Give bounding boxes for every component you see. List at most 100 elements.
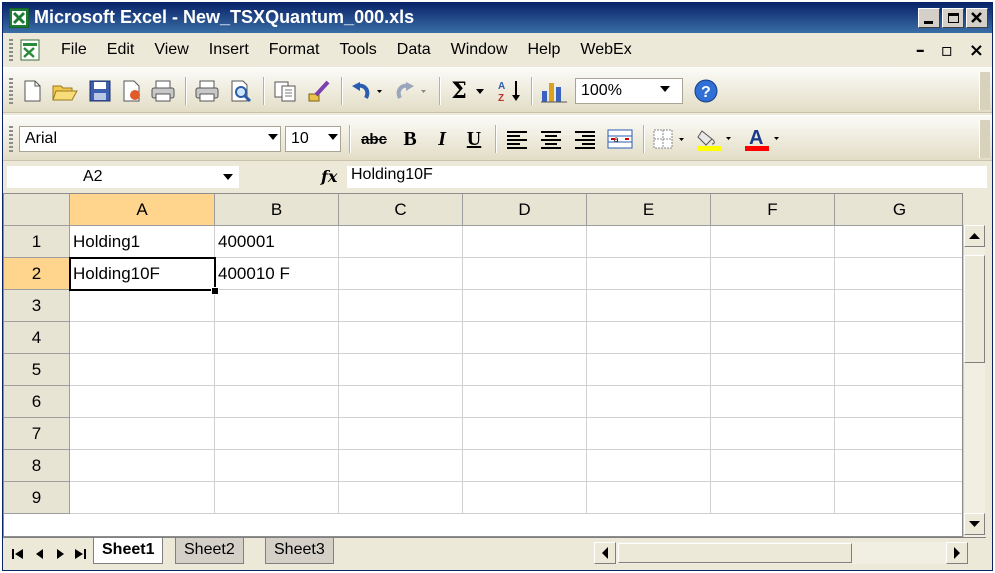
grid-cell[interactable] [215,450,339,482]
grid-cell[interactable] [339,482,463,514]
grid-cell[interactable] [215,290,339,322]
open-button[interactable] [51,78,79,104]
center-button[interactable] [537,126,565,152]
grid-cell[interactable] [835,290,962,322]
grid-cell[interactable] [339,226,463,258]
grid-cell[interactable] [711,482,835,514]
grid-cell[interactable] [215,354,339,386]
grid-cell[interactable] [463,322,587,354]
toolbar-options[interactable] [979,72,990,110]
toolbar-grip[interactable] [9,78,13,104]
menu-help[interactable]: Help [528,41,561,59]
close-button[interactable] [966,8,988,28]
grid-cell[interactable] [587,354,711,386]
grid-cell[interactable] [70,290,215,322]
print-area-button[interactable] [149,78,177,104]
grid-cell[interactable] [835,354,962,386]
workbook-restore-button[interactable]: ▫ [941,40,953,61]
grid-cell[interactable] [835,258,962,290]
scroll-thumb[interactable] [964,255,985,363]
print-preview-button[interactable] [227,78,255,104]
vertical-scrollbar[interactable] [963,225,985,537]
insert-function-icon[interactable]: fx [321,167,337,186]
italic-button[interactable]: I [429,126,455,152]
grid-cell[interactable] [587,290,711,322]
cell-b1[interactable]: 400001 [215,226,339,258]
permission-button[interactable] [119,78,145,104]
grid-cell[interactable] [215,386,339,418]
grid-cell[interactable] [835,450,962,482]
chart-wizard-button[interactable] [539,78,569,104]
sheet-tab-sheet1[interactable]: Sheet1 [93,538,164,564]
menu-format[interactable]: Format [269,41,320,59]
toolbar-grip[interactable] [9,126,13,152]
grid-cell[interactable] [339,322,463,354]
font-size-combo[interactable]: 10 [285,126,341,152]
column-header-c[interactable]: C [339,194,463,226]
column-header-e[interactable]: E [587,194,711,226]
cell-a1[interactable]: Holding1 [70,226,215,258]
grid-cell[interactable] [339,450,463,482]
underline-button[interactable]: U [461,126,487,152]
grid-cell[interactable] [70,450,215,482]
grid-cell[interactable] [711,258,835,290]
grid-cell[interactable] [711,290,835,322]
workbook-minimize-button[interactable]: – [916,40,925,61]
row-header-7[interactable]: 7 [4,418,70,450]
row-header-1[interactable]: 1 [4,226,70,258]
scroll-left-button[interactable] [594,542,616,564]
copy-button[interactable] [271,78,299,104]
grid-cell[interactable] [339,354,463,386]
font-name-combo[interactable]: Arial [19,126,281,152]
zoom-combo[interactable]: 100% [575,78,683,104]
grid-cell[interactable] [463,482,587,514]
grid-cell[interactable] [587,322,711,354]
horizontal-scroll-thumb[interactable] [618,543,852,563]
grid-cell[interactable] [339,386,463,418]
grid-cell[interactable] [463,226,587,258]
undo-button[interactable] [349,78,389,104]
grid-cell[interactable] [711,386,835,418]
scroll-right-button[interactable] [946,542,968,564]
row-header-5[interactable]: 5 [4,354,70,386]
worksheet-grid[interactable]: A B C D E F G 1 2 3 4 5 6 7 8 9 Holding1… [3,193,963,537]
grid-cell[interactable] [70,354,215,386]
align-left-button[interactable] [503,126,531,152]
autosum-button[interactable]: Σ [447,78,489,104]
bold-button[interactable]: B [397,126,423,152]
grid-cell[interactable] [463,258,587,290]
grid-cell[interactable] [835,386,962,418]
fill-handle[interactable] [211,287,219,295]
menu-insert[interactable]: Insert [209,41,249,59]
row-header-9[interactable]: 9 [4,482,70,514]
save-button[interactable] [87,78,113,104]
strikethrough-button[interactable]: abc [357,126,391,152]
horizontal-scrollbar[interactable] [594,542,968,564]
sheet-tab-sheet3[interactable]: Sheet3 [265,538,334,564]
grid-cell[interactable] [587,482,711,514]
toolbar-options[interactable] [979,120,990,158]
menubar-grip[interactable] [9,39,13,61]
grid-cell[interactable] [711,418,835,450]
scroll-down-button[interactable] [964,513,985,535]
excel-app-icon[interactable] [9,8,29,28]
grid-cell[interactable] [835,322,962,354]
grid-cell[interactable] [463,290,587,322]
grid-cell[interactable] [339,290,463,322]
grid-cell[interactable] [463,386,587,418]
new-button[interactable] [19,78,45,104]
column-header-f[interactable]: F [711,194,835,226]
column-header-d[interactable]: D [463,194,587,226]
grid-cell[interactable] [339,418,463,450]
merge-center-button[interactable]: a [605,126,635,152]
grid-cell[interactable] [711,450,835,482]
restore-button[interactable] [942,8,964,28]
grid-cell[interactable] [711,226,835,258]
next-sheet-icon[interactable] [53,547,67,561]
grid-cell[interactable] [587,226,711,258]
previous-sheet-icon[interactable] [33,547,47,561]
menu-window[interactable]: Window [451,41,508,59]
grid-cell[interactable] [463,418,587,450]
column-header-a[interactable]: A [70,194,215,226]
grid-cell[interactable] [463,354,587,386]
